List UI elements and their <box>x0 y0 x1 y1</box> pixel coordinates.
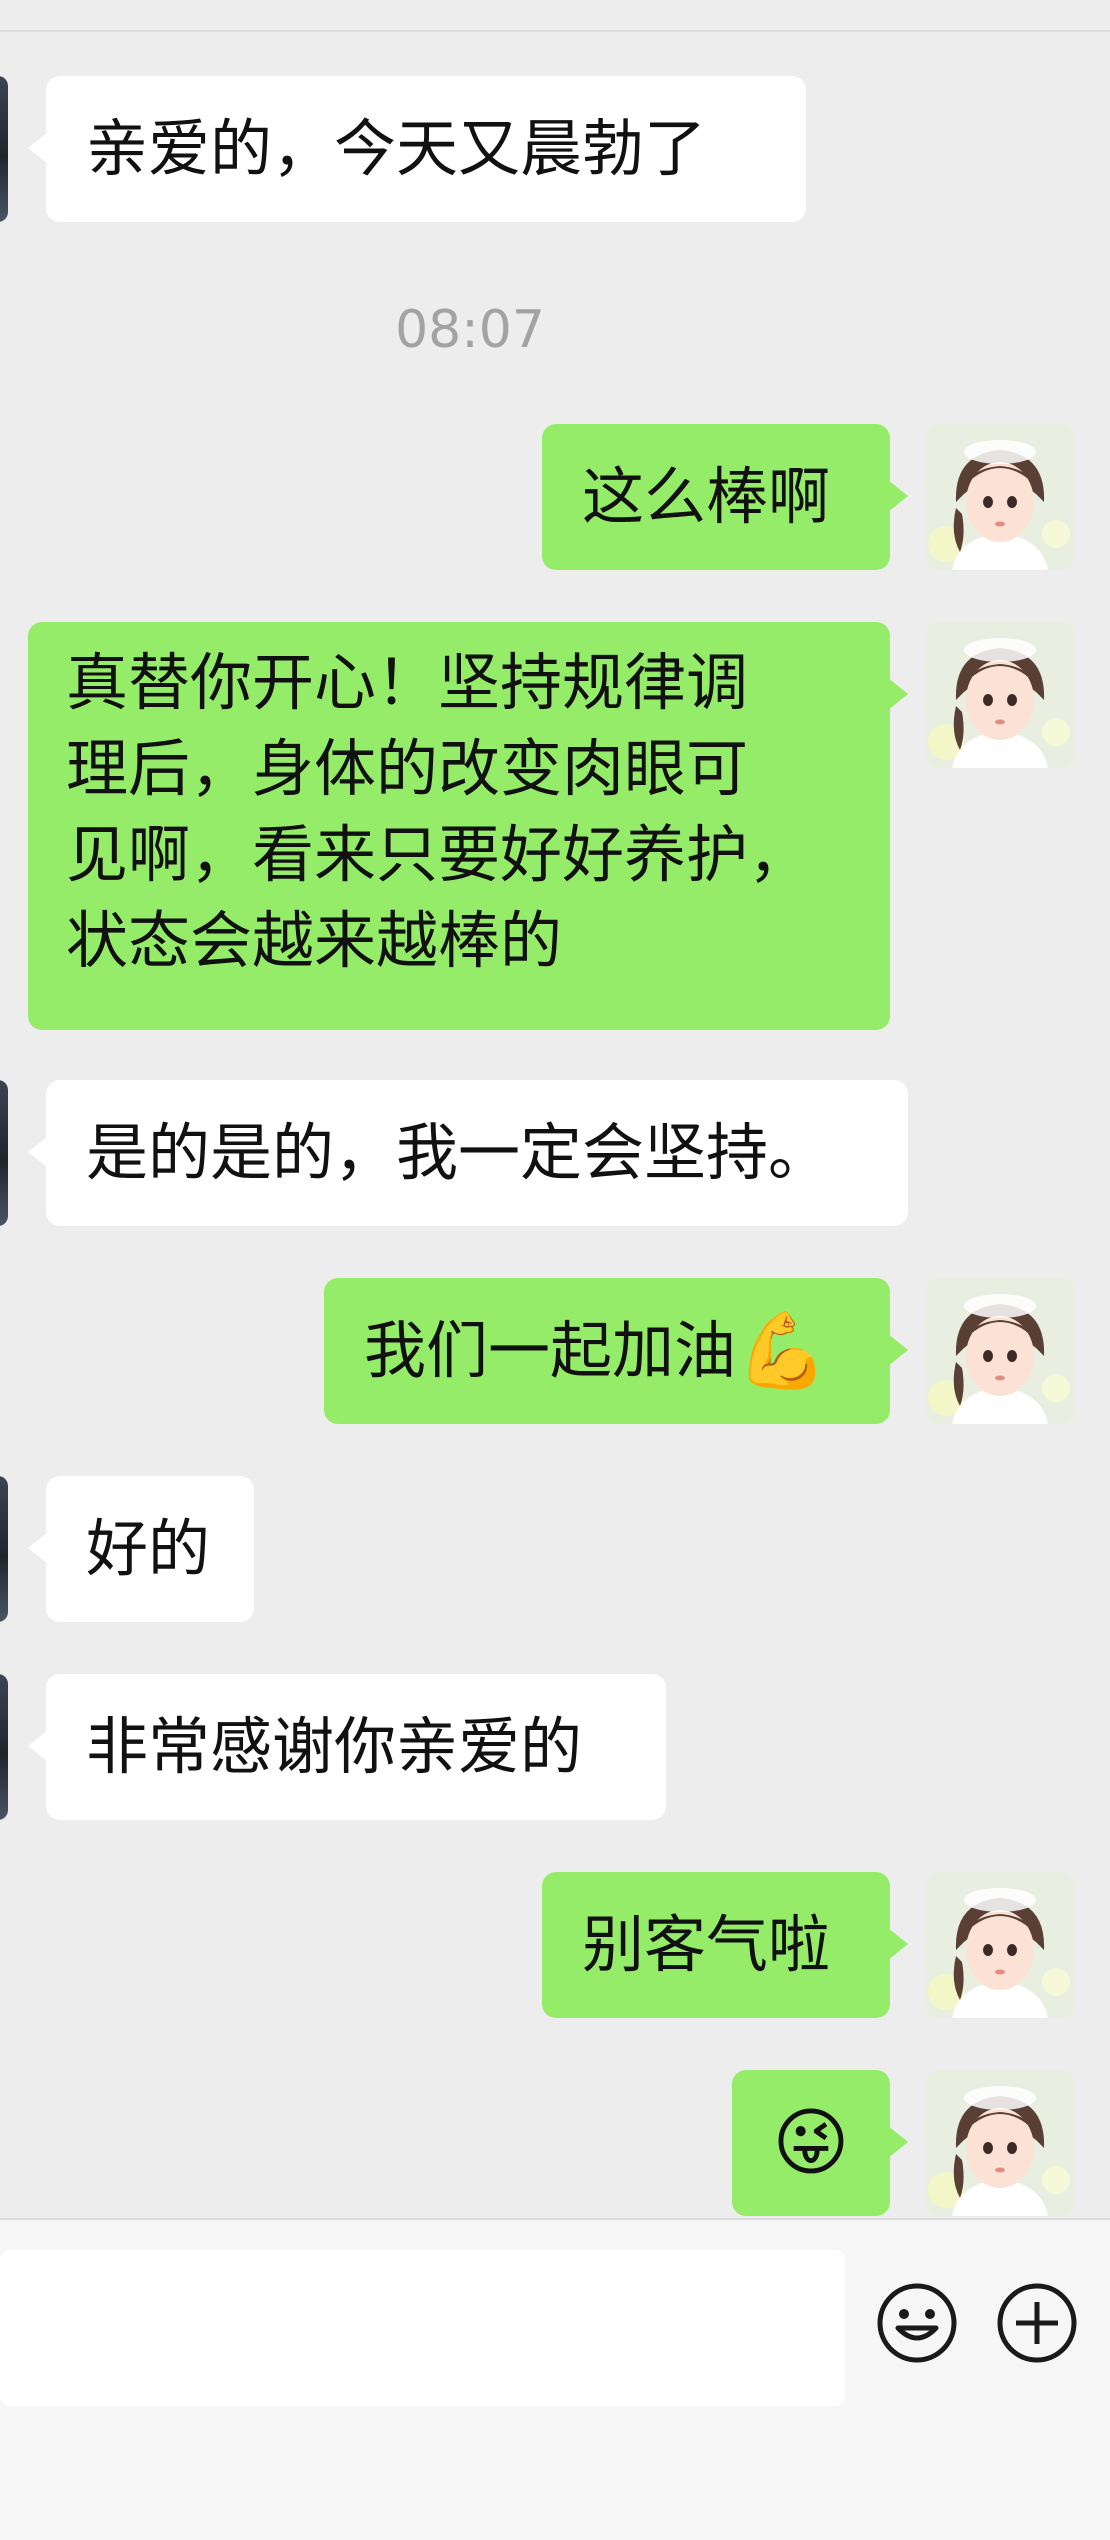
contact-avatar[interactable] <box>0 1674 8 1820</box>
more-button[interactable] <box>994 2280 1080 2366</box>
message-text: 我们一起加油 <box>364 1314 737 1387</box>
emoji-button[interactable] <box>874 2280 960 2366</box>
user-avatar[interactable] <box>926 1872 1074 2018</box>
contact-avatar[interactable] <box>0 1476 8 1622</box>
message-text: 好的 <box>86 1512 211 1585</box>
message-input[interactable] <box>0 2250 845 2406</box>
message-text: 这么棒啊 <box>582 460 831 533</box>
winking-face-with-tongue-icon: 😜 <box>772 2100 850 2186</box>
message-bubble-outgoing[interactable]: 别客气啦 <box>542 1872 908 2018</box>
message-text: 非常感谢你亲爱的 <box>86 1710 583 1783</box>
smiley-face-icon <box>877 2283 957 2363</box>
message-bubble-incoming[interactable]: 非常感谢你亲爱的 <box>28 1674 666 1820</box>
girl-avatar-icon <box>926 1872 1074 2018</box>
message-bubble-outgoing[interactable]: 😜 <box>732 2070 908 2216</box>
user-avatar[interactable] <box>926 1278 1074 1424</box>
contact-avatar[interactable] <box>0 1080 8 1226</box>
girl-avatar-icon <box>926 1278 1074 1424</box>
message-bubble-incoming[interactable]: 亲爱的，今天又晨勃了 <box>28 76 806 222</box>
chat-input-bar <box>0 2218 1110 2540</box>
message-line: 真替你开心！坚持规律调 <box>66 646 749 719</box>
message-bubble-incoming[interactable]: 好的 <box>28 1476 254 1622</box>
message-text: 亲爱的，今天又晨勃了 <box>86 112 707 185</box>
user-avatar[interactable] <box>926 424 1074 570</box>
flexed-biceps-icon: 💪 <box>736 1308 829 1394</box>
message-line: 见啊，看来只要好好养护， <box>66 818 811 891</box>
message-line: 状态会越来越棒的 <box>66 904 563 977</box>
plus-circle-icon <box>997 2283 1077 2363</box>
message-bubble-outgoing[interactable]: 我们一起加油 💪 <box>324 1278 908 1424</box>
message-bubble-incoming[interactable]: 是的是的，我一定会坚持。 <box>28 1080 908 1226</box>
contact-avatar[interactable] <box>0 76 8 222</box>
girl-avatar-icon <box>926 424 1074 570</box>
girl-avatar-icon <box>926 2070 1074 2216</box>
message-line: 理后，身体的改变肉眼可 <box>66 732 749 805</box>
chat-message-list[interactable]: 亲爱的，今天又晨勃了 08:07 这么棒啊 真替你开心！坚持规律调 理后，身体的… <box>0 0 1110 2218</box>
user-avatar[interactable] <box>926 2070 1074 2216</box>
message-text: 是的是的，我一定会坚持。 <box>86 1116 831 1189</box>
girl-avatar-icon <box>926 622 1074 768</box>
message-text: 别客气啦 <box>582 1908 831 1981</box>
message-timestamp: 08:07 <box>395 300 545 360</box>
message-bubble-outgoing[interactable]: 这么棒啊 <box>542 424 908 570</box>
message-bubble-outgoing[interactable]: 真替你开心！坚持规律调 理后，身体的改变肉眼可 见啊，看来只要好好养护， 状态会… <box>28 622 908 1030</box>
user-avatar[interactable] <box>926 622 1074 768</box>
